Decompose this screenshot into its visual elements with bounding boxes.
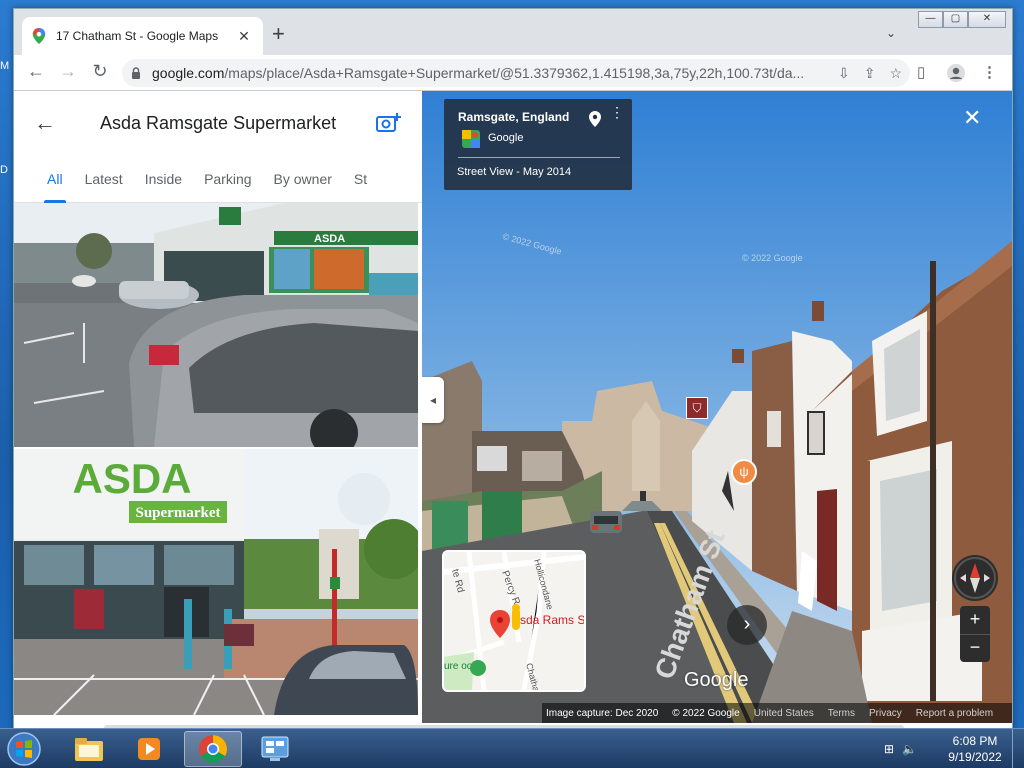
chevron-right-icon: › <box>743 613 751 635</box>
back-arrow-icon[interactable]: ← <box>24 61 48 82</box>
photo-category-tabs: All Latest Inside Parking By owner St <box>14 155 422 203</box>
street-view-info-card: Ramsgate, England ⋮ Google Street View -… <box>444 99 632 190</box>
close-icon[interactable]: ✕ <box>963 105 981 131</box>
region-link[interactable]: United States <box>754 708 814 719</box>
compass-icon[interactable] <box>952 555 998 601</box>
maximize-button[interactable]: ▢ <box>943 11 968 28</box>
download-icon[interactable]: ⇩ <box>838 65 850 82</box>
minimap-label: ure ool <box>444 661 475 672</box>
report-problem-link[interactable]: Report a problem <box>916 708 993 719</box>
watermark-text: © 2022 Google <box>742 253 803 263</box>
photos-header: ← Asda Ramsgate Supermarket <box>14 91 422 155</box>
divider <box>458 157 620 158</box>
tab-by-owner[interactable]: By owner <box>263 155 343 202</box>
kebab-menu-icon[interactable]: ⋮ <box>982 63 997 81</box>
street-view[interactable]: Chatham St © 2022 Google © 2022 Google R… <box>422 91 1012 723</box>
clock-date: 9/19/2022 <box>948 750 1002 764</box>
provider-name: Google <box>488 132 524 144</box>
chrome-button[interactable] <box>184 731 242 767</box>
windows-start-icon[interactable] <box>4 731 44 767</box>
zoom-in-icon[interactable]: + <box>960 606 990 634</box>
url-text: google.com/maps/place/Asda+Ramsgate+Supe… <box>152 65 832 81</box>
svg-text:Supermarket: Supermarket <box>136 505 221 521</box>
svg-text:ASDA: ASDA <box>314 233 345 245</box>
taskbar: ⊞ 🔈 6:08 PM 9/19/2022 <box>0 728 1024 768</box>
photo-parking[interactable]: ASDA <box>14 203 418 447</box>
google-maps-icon <box>462 130 480 148</box>
capture-date: Street View - May 2014 <box>457 166 572 178</box>
tab-all[interactable]: All <box>36 155 74 203</box>
lock-icon[interactable] <box>130 67 142 79</box>
minimap-place-label: Asda Rams Supermark <box>512 613 584 627</box>
profile-icon[interactable] <box>947 64 965 82</box>
control-panel-button[interactable] <box>246 731 304 767</box>
add-photo-icon[interactable] <box>376 112 402 134</box>
zoom-control: + − <box>960 606 990 662</box>
tab-inside[interactable]: Inside <box>134 155 193 202</box>
url-path: /maps/place/Asda+Ramsgate+Supermarket/@5… <box>224 65 805 81</box>
control-panel-icon <box>261 736 289 761</box>
privacy-link[interactable]: Privacy <box>869 708 902 719</box>
browser-toolbar: ← → ↻ google.com/maps/place/Asda+Ramsgat… <box>14 55 1012 91</box>
minimize-button[interactable]: — <box>918 11 943 28</box>
place-title: Asda Ramsgate Supermarket <box>100 112 337 133</box>
tab-close-button[interactable]: ✕ <box>235 28 253 45</box>
clock-time: 6:08 PM <box>952 734 998 748</box>
photos-panel: ← Asda Ramsgate Supermarket All Latest I… <box>14 91 422 723</box>
forward-arrow-icon[interactable]: → <box>56 61 80 82</box>
place-name: Ramsgate, England <box>458 110 570 124</box>
maps-content: ← Asda Ramsgate Supermarket All Latest I… <box>14 91 1012 731</box>
new-tab-button[interactable]: + <box>272 23 285 45</box>
map-footer: Image capture: Dec 2020 © 2022 Google Un… <box>542 703 1012 723</box>
maps-favicon <box>32 28 46 44</box>
explorer-button[interactable] <box>60 731 118 767</box>
pin-icon[interactable] <box>589 111 601 127</box>
browser-window: 17 Chatham St - Google Maps ✕ + ⌄ — ▢ ✕ … <box>13 8 1013 732</box>
browser-tab[interactable]: 17 Chatham St - Google Maps ✕ <box>22 17 263 55</box>
move-forward-button[interactable]: › <box>727 605 767 645</box>
window-controls: — ▢ ✕ <box>918 11 1006 28</box>
chrome-icon <box>199 735 227 763</box>
system-tray: ⊞ 🔈 <box>884 729 917 768</box>
google-logo: Google <box>684 669 749 691</box>
clock[interactable]: 6:08 PM 9/19/2022 <box>944 733 1006 765</box>
url-host: google.com <box>152 65 225 81</box>
copyright: © 2022 Google <box>672 707 740 719</box>
kebab-menu-icon[interactable]: ⋮ <box>610 105 624 119</box>
tab-title: 17 Chatham St - Google Maps <box>56 29 219 43</box>
desktop-edge-text: M <box>0 60 10 72</box>
terms-link[interactable]: Terms <box>828 708 855 719</box>
tab-latest[interactable]: Latest <box>74 155 134 202</box>
zoom-out-icon[interactable]: − <box>960 634 990 662</box>
network-icon[interactable]: ⊞ <box>884 742 894 756</box>
image-capture-date: Image capture: Dec 2020 <box>546 707 659 719</box>
side-panel-icon[interactable]: ▯ <box>917 63 925 81</box>
tab-parking[interactable]: Parking <box>193 155 262 202</box>
desktop-edge-text: D <box>0 164 8 176</box>
collapse-panel-button[interactable]: ◂ <box>422 377 444 423</box>
address-bar[interactable]: google.com/maps/place/Asda+Ramsgate+Supe… <box>122 59 910 87</box>
tab-strip: 17 Chatham St - Google Maps ✕ + ⌄ — ▢ ✕ <box>14 9 1012 55</box>
back-button[interactable]: ← <box>34 110 60 136</box>
photo-storefront[interactable]: ASDA Supermarket <box>14 449 418 715</box>
close-window-button[interactable]: ✕ <box>968 11 1006 28</box>
explorer-icon <box>75 738 103 761</box>
tab-street-view[interactable]: St <box>343 155 378 202</box>
bookmark-star-icon[interactable]: ☆ <box>889 65 902 82</box>
media-player-icon <box>138 738 160 760</box>
chevron-left-icon: ◂ <box>429 393 437 407</box>
share-icon[interactable]: ⇪ <box>864 65 876 82</box>
volume-icon[interactable]: 🔈 <box>902 742 917 756</box>
tab-search-button[interactable]: ⌄ <box>886 26 896 40</box>
svg-text:ASDA: ASDA <box>72 455 191 502</box>
minimap[interactable]: te Rd Percy R Hollicondane Asda Rams Sup… <box>442 550 586 692</box>
show-desktop-button[interactable] <box>1012 729 1024 768</box>
hotel-marker-icon[interactable]: ⛉ <box>686 397 708 419</box>
media-player-button[interactable] <box>120 731 178 767</box>
restaurant-marker-icon[interactable]: ψ <box>731 459 757 485</box>
reload-icon[interactable]: ↻ <box>88 61 112 82</box>
